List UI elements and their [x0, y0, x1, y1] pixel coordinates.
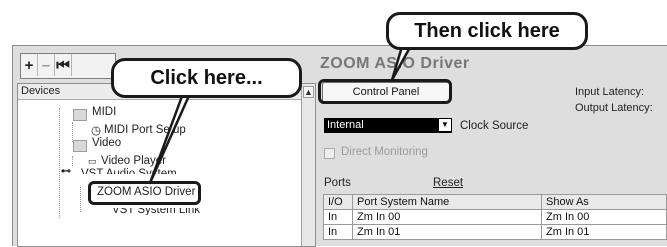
click-here-callout: Click here...	[111, 58, 302, 98]
then-click-here-callout: Then click here	[386, 12, 588, 50]
